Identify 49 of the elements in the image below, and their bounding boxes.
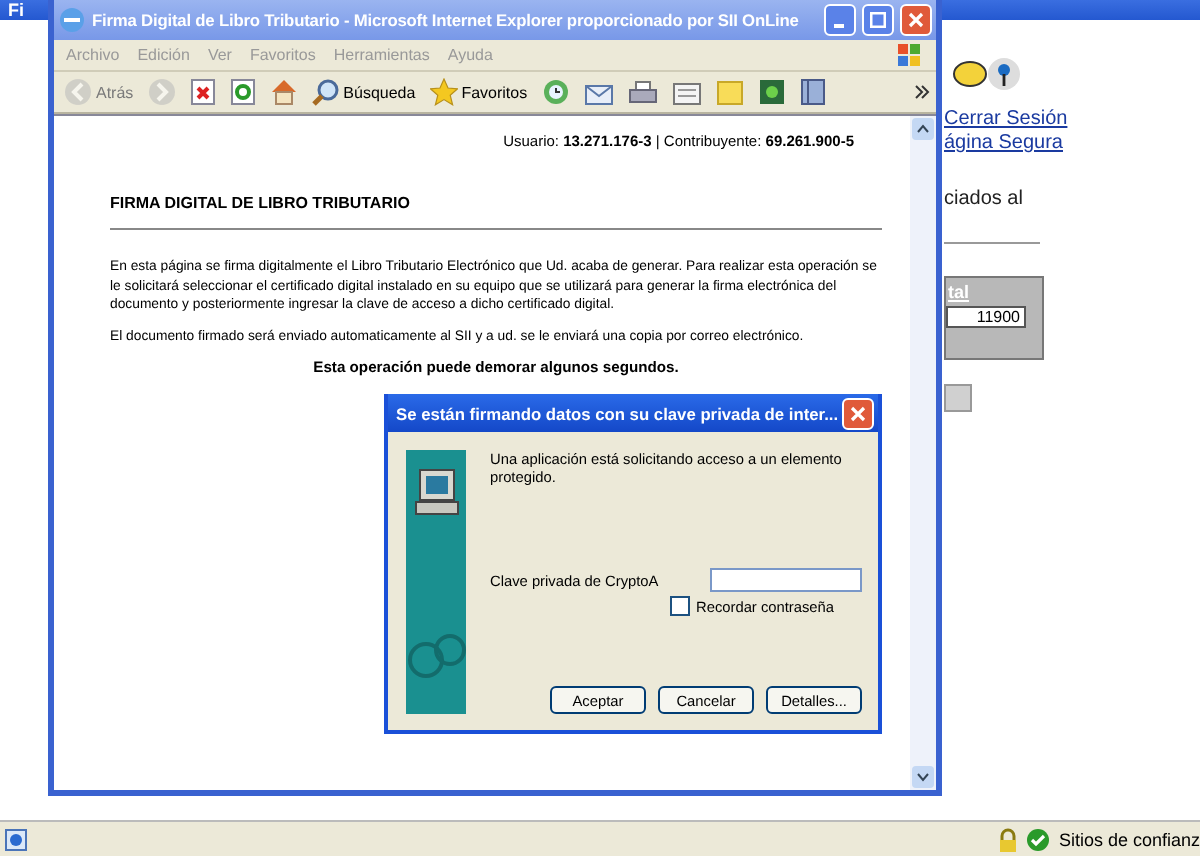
close-icon [908,12,924,28]
maximize-button[interactable] [862,4,894,36]
link[interactable]: ágina Segura [944,132,1063,156]
password-field[interactable] [710,568,862,592]
close-icon [850,405,866,421]
scroll-up-icon[interactable] [912,118,934,140]
window-title: Fi [8,0,24,20]
refresh-icon [229,78,256,106]
history-icon [541,78,570,106]
page-icon [4,827,28,851]
chevron-icon[interactable] [914,84,930,100]
close-button[interactable] [842,397,874,429]
book-button[interactable] [795,78,830,106]
search-icon [311,78,340,106]
document-button[interactable] [667,79,706,105]
security-zone: Sitios de confianz [1058,829,1200,849]
lock-icon [998,827,1019,851]
dialog-title: Se están firmando datos con su clave privada de inter... [396,403,841,423]
stop-button[interactable] [185,78,220,106]
browser-icon [58,6,86,34]
refresh-button[interactable] [225,78,260,106]
minimize-button[interactable] [824,4,856,36]
windows-logo-icon [896,42,924,68]
mail-button[interactable] [579,79,618,105]
home-icon [269,78,298,106]
scrollbar[interactable] [910,116,936,790]
mail-icon [583,79,614,105]
body-text: ciados al [944,188,1023,210]
window-title: Firma Digital de Libro Tributario - Microsoft Internet Explorer proporcionado por SII OnLine [92,10,801,30]
document-icon [671,79,702,105]
printer-button[interactable] [623,79,662,105]
star-button[interactable]: Favoritos [425,78,532,106]
link[interactable]: Cerrar Sesión [944,108,1068,132]
checkbox[interactable] [670,596,690,616]
page-heading: FIRMA DIGITAL DE LIBRO TRIBUTARIO [110,194,882,230]
search-button[interactable]: Búsqueda [307,78,420,106]
note-icon [715,79,744,105]
star-icon [429,78,458,106]
check-icon [1026,827,1051,851]
maximize-icon [870,12,886,28]
printer-icon [627,79,658,105]
logo-icon [952,56,1020,92]
close-button[interactable] [900,4,932,36]
book-icon [799,78,826,106]
messenger-icon [757,78,786,106]
scroll-down-icon[interactable] [912,766,934,788]
column-header: tal [946,280,972,306]
table-cell: 11900 [946,306,1026,328]
stop-icon [189,78,216,106]
